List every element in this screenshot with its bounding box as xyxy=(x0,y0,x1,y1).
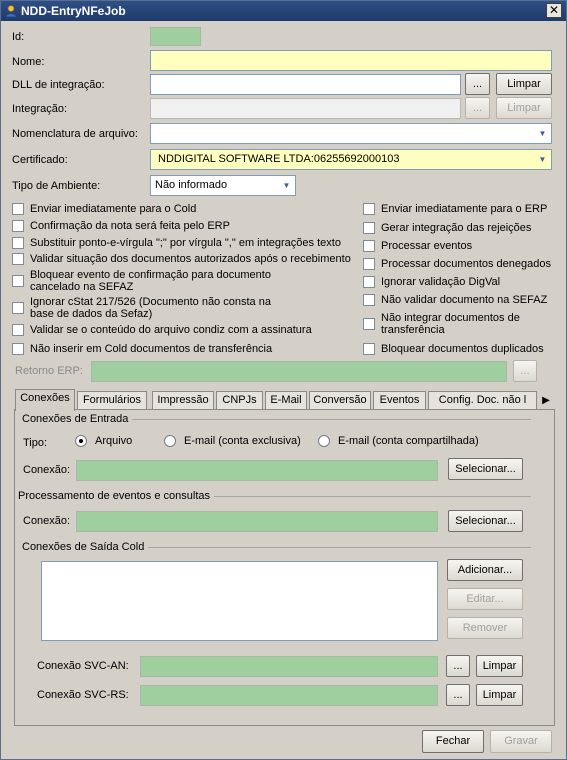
checkbox-bloquear-evento[interactable]: Bloquear evento de confirmação para docu… xyxy=(12,269,271,293)
svcan-clear-button[interactable]: Limpar xyxy=(476,655,523,677)
tipo-label: Tipo: xyxy=(23,437,48,449)
dll-clear-button[interactable]: Limpar xyxy=(496,73,552,95)
group-entrada: Conexões de Entrada xyxy=(22,413,531,425)
group-saida-cold: Conexões de Saída Cold xyxy=(22,541,531,553)
fechar-button[interactable]: Fechar xyxy=(422,730,484,753)
tab-scroll-right-icon[interactable]: ▶ xyxy=(539,393,553,409)
nome-label: Nome: xyxy=(12,56,45,68)
title-bar[interactable]: NDD-EntryNFeJob ✕ xyxy=(1,1,566,21)
svcan-browse-button[interactable]: ... xyxy=(446,655,470,677)
checkbox-gerar-rejeicoes[interactable]: Gerar integração das rejeições xyxy=(363,222,531,234)
integracao-label: Integração: xyxy=(12,103,68,115)
chevron-down-icon[interactable]: ▼ xyxy=(279,177,294,194)
svcrs-browse-button[interactable]: ... xyxy=(446,684,470,706)
gravar-button: Gravar xyxy=(490,730,552,753)
retorno-input xyxy=(91,361,507,382)
adicionar-button[interactable]: Adicionar... xyxy=(447,559,523,581)
ambiente-label: Tipo de Ambiente: xyxy=(12,180,101,192)
certificado-label: Certificado: xyxy=(12,154,68,166)
checkbox-ignorar-digval[interactable]: Ignorar validação DigVal xyxy=(363,276,500,288)
tab-conversao[interactable]: Conversão xyxy=(309,391,371,410)
svcrs-label: Conexão SVC-RS: xyxy=(37,689,129,701)
integracao-clear-button: Limpar xyxy=(496,97,552,119)
checkbox-nao-inserir-cold[interactable]: Não inserir em Cold documentos de transf… xyxy=(12,343,272,355)
conexao-entrada-input xyxy=(76,460,438,481)
group-eventos: Processamento de eventos e consultas xyxy=(18,490,531,502)
selecionar-entrada-button[interactable]: Selecionar... xyxy=(448,458,523,480)
main-window: NDD-EntryNFeJob ✕ Id: Nome: DLL de integ… xyxy=(0,0,567,760)
dll-label: DLL de integração: xyxy=(12,79,105,91)
nome-input[interactable] xyxy=(150,50,552,71)
checkbox-confirmacao-erp[interactable]: Confirmação da nota será feita pelo ERP xyxy=(12,220,230,232)
tab-strip: Conexões Formulários Impressão CNPJs E-M… xyxy=(15,389,553,411)
tab-config-doc[interactable]: Config. Doc. não l xyxy=(428,391,537,410)
svcrs-input xyxy=(140,685,438,706)
conexao-entrada-label: Conexão: xyxy=(23,464,71,476)
ambiente-select[interactable]: Não informado ▼ xyxy=(150,175,296,196)
checkbox-processar-denegados[interactable]: Processar documentos denegados xyxy=(363,258,551,270)
svcrs-clear-button[interactable]: Limpar xyxy=(476,684,523,706)
tab-cnpjs[interactable]: CNPJs xyxy=(216,391,263,410)
tab-impressao[interactable]: Impressão xyxy=(152,391,214,410)
svcan-label: Conexão SVC-AN: xyxy=(37,660,129,672)
tab-panel-conexoes: Conexões de Entrada Tipo: Arquivo E-mail… xyxy=(14,409,555,726)
tab-formularios[interactable]: Formulários xyxy=(77,391,147,410)
chevron-down-icon[interactable]: ▼ xyxy=(535,151,550,168)
tab-email[interactable]: E-Mail xyxy=(265,391,307,410)
checkbox-nao-integrar-transferencia[interactable]: Não integrar documentos de transferência xyxy=(363,312,520,336)
checkbox-processar-eventos[interactable]: Processar eventos xyxy=(363,240,472,252)
integracao-browse-button: ... xyxy=(465,97,490,119)
retorno-browse-button: ... xyxy=(513,360,537,382)
cold-connections-list[interactable] xyxy=(41,561,438,641)
selecionar-eventos-button[interactable]: Selecionar... xyxy=(448,510,523,532)
tab-eventos[interactable]: Eventos xyxy=(373,391,426,410)
checkbox-enviar-erp[interactable]: Enviar imediatamente para o ERP xyxy=(363,203,547,215)
editar-button: Editar... xyxy=(447,588,523,610)
checkbox-validar-situacao[interactable]: Validar situação dos documentos autoriza… xyxy=(12,253,351,265)
certificado-value: NDDIGITAL SOFTWARE LTDA:06255692000103 xyxy=(158,153,400,165)
integracao-input xyxy=(150,98,461,119)
checkbox-ignorar-cstat[interactable]: Ignorar cStat 217/526 (Documento não con… xyxy=(12,296,271,320)
checkbox-substituir-ponto-virgula[interactable]: Substituir ponto-e-vírgula ";" por vírgu… xyxy=(12,237,341,249)
dll-input[interactable] xyxy=(150,74,461,95)
close-button[interactable]: ✕ xyxy=(546,3,562,18)
window-title: NDD-EntryNFeJob xyxy=(21,4,126,18)
checkbox-nao-validar-sefaz[interactable]: Não validar documento na SEFAZ xyxy=(363,294,547,306)
nomenclatura-label: Nomenclatura de arquivo: xyxy=(12,128,138,140)
checkbox-bloquear-duplicados[interactable]: Bloquear documentos duplicados xyxy=(363,343,544,355)
ambiente-value: Não informado xyxy=(155,179,228,191)
certificado-combo[interactable]: NDDIGITAL SOFTWARE LTDA:06255692000103 ▼ xyxy=(150,149,552,170)
chevron-down-icon[interactable]: ▼ xyxy=(535,125,550,142)
checkbox-enviar-cold[interactable]: Enviar imediatamente para o Cold xyxy=(12,203,196,215)
id-field xyxy=(150,27,201,46)
tab-conexoes[interactable]: Conexões xyxy=(15,389,75,411)
conexao-eventos-label: Conexão: xyxy=(23,515,71,527)
id-label: Id: xyxy=(12,31,25,43)
radio-email-exclusiva[interactable]: E-mail (conta exclusiva) xyxy=(164,435,301,447)
svcan-input xyxy=(140,656,438,677)
conexao-eventos-input xyxy=(76,511,438,532)
radio-arquivo[interactable]: Arquivo xyxy=(75,435,132,447)
retorno-label: Retorno ERP: xyxy=(15,365,83,377)
checkbox-validar-assinatura[interactable]: Validar se o conteúdo do arquivo condiz … xyxy=(12,324,312,336)
remover-button: Remover xyxy=(447,617,523,639)
nomenclatura-combo[interactable]: ▼ xyxy=(150,123,552,144)
user-icon xyxy=(5,5,17,18)
dll-browse-button[interactable]: ... xyxy=(465,73,490,95)
radio-email-compartilhada[interactable]: E-mail (conta compartilhada) xyxy=(318,435,479,447)
